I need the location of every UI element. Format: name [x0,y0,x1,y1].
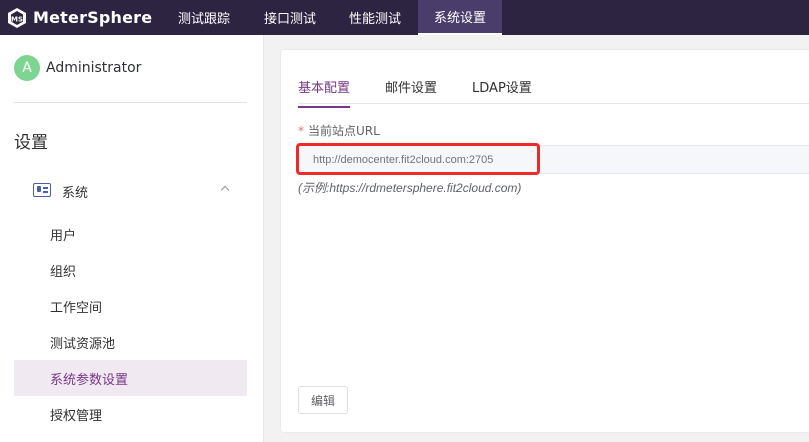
url-field-label-text: 当前站点URL [308,124,380,138]
settings-card: 基本配置 邮件设置 LDAP设置 *当前站点URL (示例:https://rd… [280,49,809,433]
menu-group-label: 系统 [62,186,89,201]
settings-title: 设置 [14,133,48,153]
tabs-divider [298,103,809,104]
required-mark: * [298,124,304,138]
id-card-icon [33,183,51,197]
sidebar-item-system-params[interactable]: 系统参数设置 [14,360,247,396]
main-nav: 测试跟踪 接口测试 性能测试 系统设置 [160,0,502,35]
logo[interactable]: MS MeterSphere [0,0,160,35]
sidebar-item-users[interactable]: 用户 [14,216,247,252]
top-navbar: MS MeterSphere 测试跟踪 接口测试 性能测试 系统设置 [0,0,809,35]
sidebar-item-license[interactable]: 授权管理 [14,396,247,432]
svg-text:MS: MS [11,15,23,23]
site-url-input[interactable] [298,145,809,174]
sidebar: A Administrator 设置 系统 用户 组织 工作空间 测试资源池 系… [0,35,264,442]
user-info[interactable]: A Administrator [14,55,141,81]
url-example-hint: (示例:https://rdmetersphere.fit2cloud.com) [298,181,522,195]
avatar: A [14,55,40,81]
edit-button[interactable]: 编辑 [298,386,348,414]
sidebar-item-resource-pool[interactable]: 测试资源池 [14,324,247,360]
chevron-up-icon[interactable] [220,185,230,195]
divider [14,102,247,103]
metersphere-logo-icon: MS [8,7,26,28]
nav-api-test[interactable]: 接口测试 [248,0,332,35]
sidebar-item-organization[interactable]: 组织 [14,252,247,288]
sidebar-item-workspace[interactable]: 工作空间 [14,288,247,324]
username: Administrator [46,60,142,76]
url-field-label: * 当前站点URL [298,122,380,139]
nav-performance-test[interactable]: 性能测试 [332,0,418,35]
menu-group-system[interactable]: 系统 [14,173,247,209]
logo-text: MeterSphere [33,8,153,27]
nav-test-tracking[interactable]: 测试跟踪 [160,0,248,35]
nav-system-settings[interactable]: 系统设置 [418,0,502,35]
